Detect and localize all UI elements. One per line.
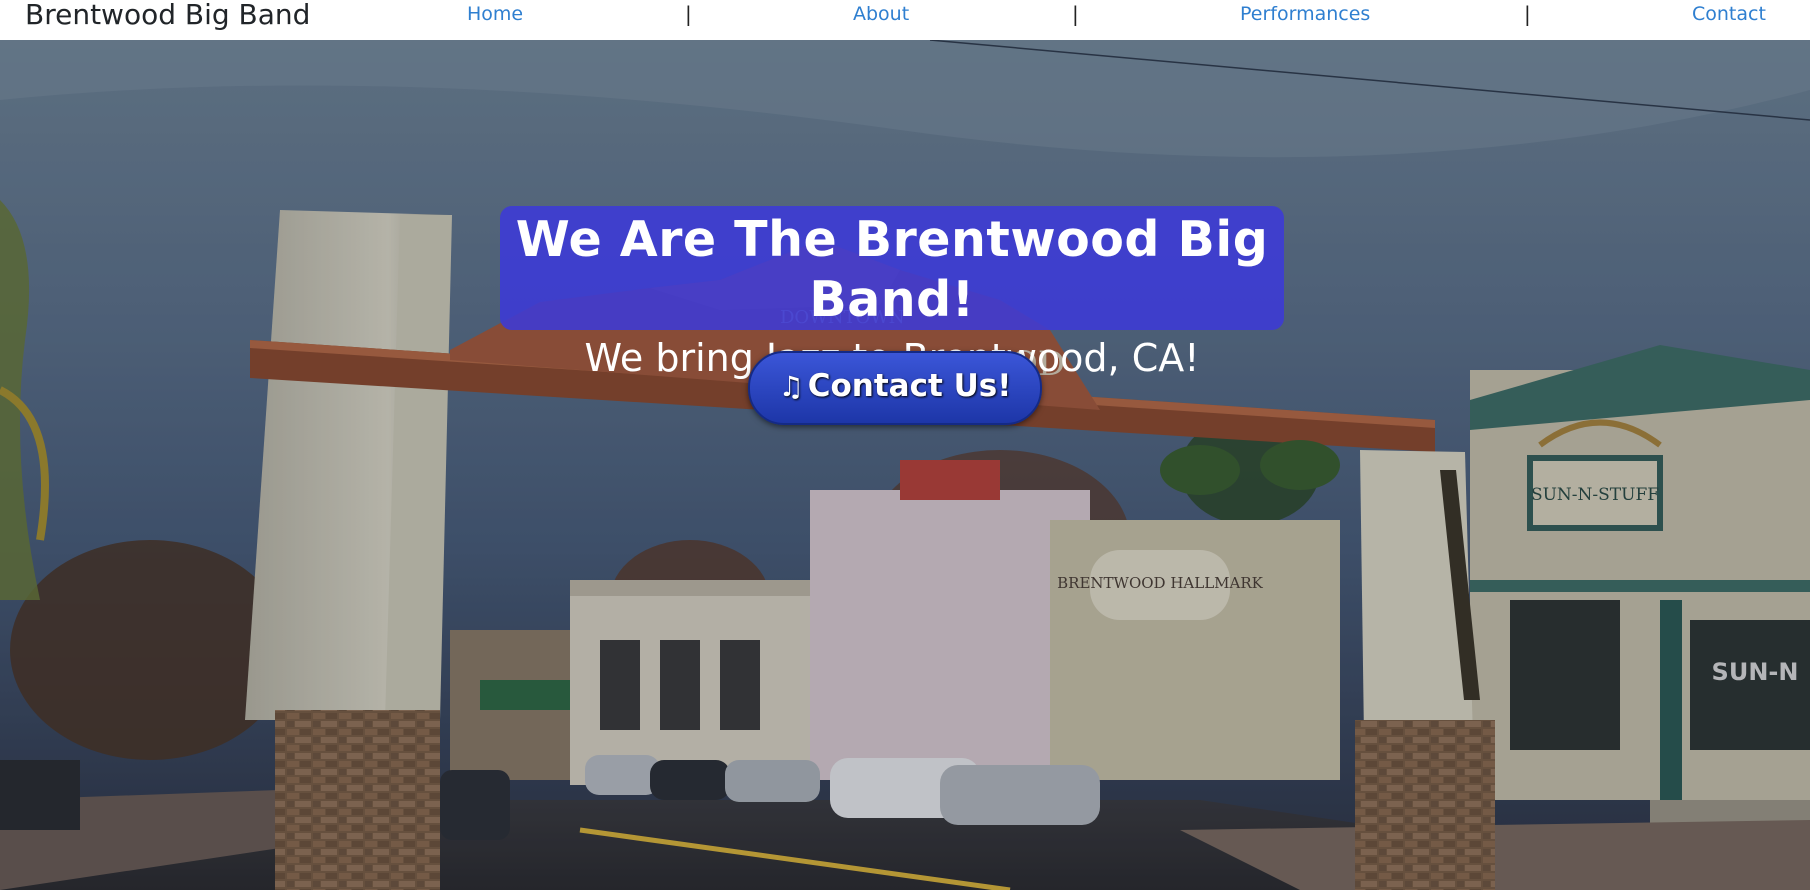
nav-separator: | (685, 2, 692, 26)
contact-us-button-label: Contact Us! (807, 368, 1012, 404)
nav-link-about[interactable]: About (853, 2, 909, 26)
top-navbar: Brentwood Big Band Home | About | Perfor… (0, 0, 1810, 40)
nav-link-contact[interactable]: Contact (1692, 2, 1766, 26)
hero-section: BRENTWOOD HALLMARK SUN-N-STUFF SUN-N OD … (0, 40, 1810, 890)
nav-separator: | (1524, 2, 1531, 26)
music-note-icon: ♫ (778, 370, 804, 403)
hero-headline: We Are The Brentwood Big Band! (515, 211, 1269, 328)
site-brand[interactable]: Brentwood Big Band (25, 0, 310, 30)
nav-link-home[interactable]: Home (467, 2, 523, 26)
nav-link-performances[interactable]: Performances (1240, 2, 1370, 26)
contact-us-button[interactable]: ♫ Contact Us! (748, 351, 1042, 425)
hero-background-image: BRENTWOOD HALLMARK SUN-N-STUFF SUN-N OD (0, 40, 1810, 890)
nav-separator: | (1072, 2, 1079, 26)
hero-headline-box: We Are The Brentwood Big Band! We bring … (500, 206, 1284, 380)
